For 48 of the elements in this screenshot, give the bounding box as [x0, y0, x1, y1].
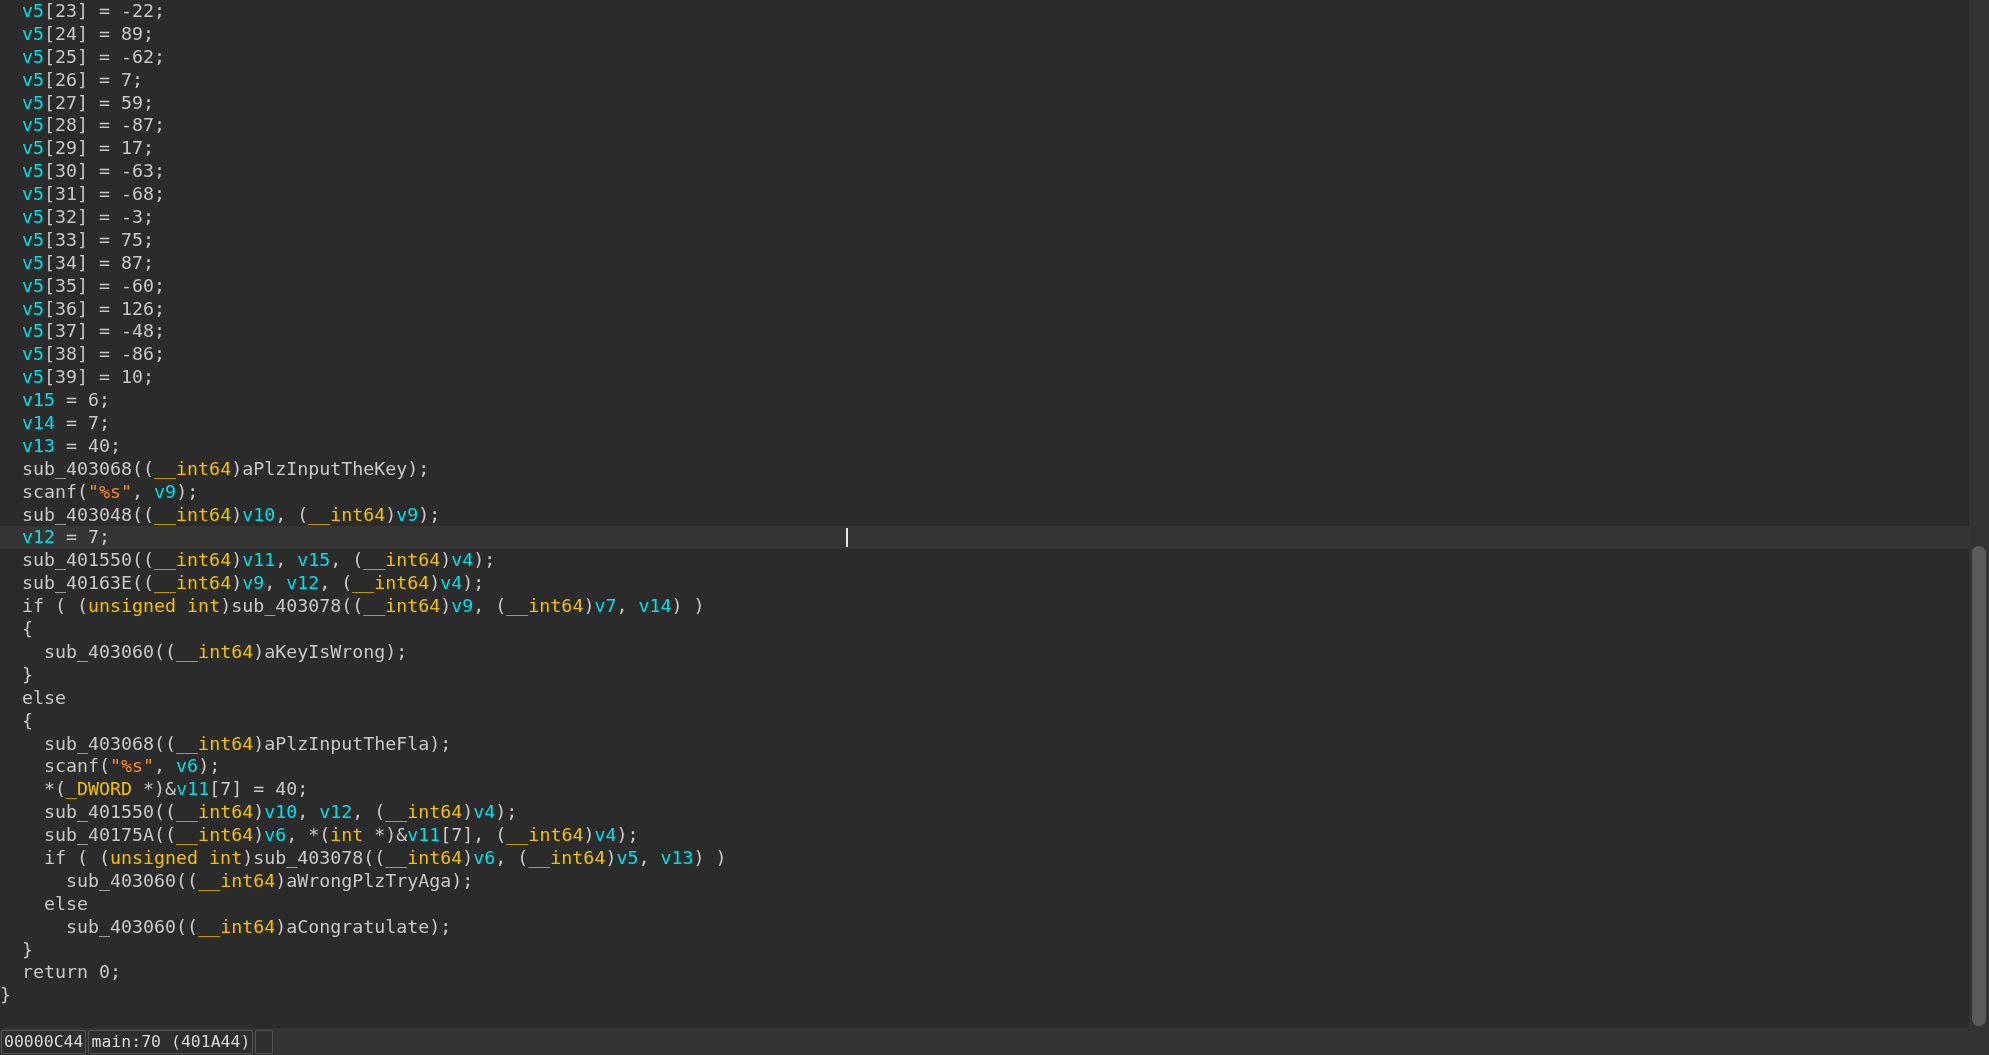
code-line: v5[24] = 89;: [21, 22, 156, 46]
text-cursor-icon: [846, 528, 848, 548]
code-line: v5[38] = -86;: [21, 343, 167, 367]
code-line: sub_403060((__int64)aCongratulate);: [65, 915, 453, 939]
code-line: v5[34] = 87;: [21, 251, 156, 275]
code-line: *(_DWORD *)&v11[7] = 40;: [43, 778, 310, 802]
code-line: else: [21, 686, 68, 710]
code-line: }: [0, 984, 12, 1008]
code-line: {: [21, 709, 35, 733]
code-line: v5[36] = 126;: [21, 297, 167, 321]
code-line: sub_403068((__int64)aPlzInputTheFla);: [43, 732, 453, 756]
code-line: sub_403060((__int64)aWrongPlzTryAga);: [65, 869, 475, 893]
code-line: scanf("%s", v6);: [43, 755, 222, 779]
status-location: main:70 (401A44): [88, 1029, 254, 1054]
code-line: sub_403060((__int64)aKeyIsWrong);: [43, 640, 409, 664]
code-line: v5[31] = -68;: [21, 183, 167, 206]
code-line: v5[27] = 59;: [21, 91, 156, 115]
status-offset: 00000C44: [1, 1029, 87, 1054]
code-line: v13 = 40;: [21, 434, 123, 458]
code-line: }: [21, 663, 35, 687]
code-line: sub_403068((__int64)aPlzInputTheKey);: [21, 457, 431, 481]
code-line: if ( (unsigned int)sub_403078((__int64)v6, (__int64)v5, v13) ): [43, 846, 728, 870]
code-line: v5[25] = -62;: [21, 45, 167, 69]
code-line: v5[37] = -48;: [21, 320, 167, 344]
code-line: v5[26] = 7;: [21, 68, 145, 92]
code-line: }: [21, 938, 35, 962]
code-line: sub_40163E((__int64)v9, v12, (__int64)v4);: [21, 572, 486, 596]
code-line: v15 = 6;: [21, 389, 112, 413]
vertical-scrollbar[interactable]: [1969, 0, 1989, 1028]
code-line: scanf("%s", v9);: [21, 480, 200, 504]
code-line: return 0;: [21, 961, 123, 985]
code-line: v5[33] = 75;: [21, 228, 156, 252]
code-line: v5[29] = 17;: [21, 137, 156, 161]
code-line: v5[32] = -3;: [21, 206, 156, 229]
code-line: v5[23] = -22;: [21, 0, 167, 23]
code-line: sub_40175A((__int64)v6, *(int *)&v11[7], (__int64)v4);: [43, 824, 640, 847]
code-line: {: [21, 618, 35, 641]
code-line: sub_403048((__int64)v10, (__int64)v9);: [21, 503, 442, 527]
code-line: v5[30] = -63;: [21, 160, 167, 184]
code-line: v5[28] = -87;: [21, 114, 167, 138]
code-line: v5[35] = -60;: [21, 274, 167, 298]
scrollbar-thumb[interactable]: [1972, 546, 1986, 1026]
code-line: else: [43, 892, 90, 916]
code-line: sub_401550((__int64)v11, v15, (__int64)v4);: [21, 549, 497, 573]
code-line: if ( (unsigned int)sub_403078((__int64)v9, (__int64)v7, v14) ): [21, 595, 706, 619]
code-line: v14 = 7;: [21, 412, 112, 435]
code-line: v5[39] = 10;: [21, 366, 156, 390]
code-line: sub_401550((__int64)v10, v12, (__int64)v4);: [43, 801, 519, 825]
